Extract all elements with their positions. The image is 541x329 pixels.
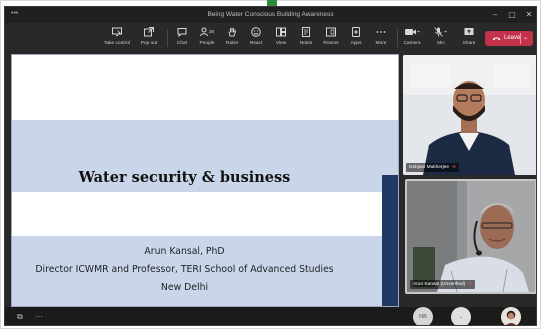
chat-label: Chat: [176, 41, 188, 46]
avatar-initials: NB: [419, 314, 427, 320]
participant-avatar[interactable]: NB: [413, 307, 433, 325]
slide-title: Water security & business: [78, 169, 291, 186]
participant-video-tile[interactable]: Debjani Mukherjee ⊘: [403, 55, 536, 175]
mic-off-icon: [434, 27, 447, 37]
mic-label: Mic: [437, 41, 445, 46]
active-speaker-video-tile[interactable]: Arun Kansal (Unverified) ⊘: [405, 179, 536, 294]
presenter-location: New Delhi: [160, 282, 209, 293]
mic-off-icon: ⊘: [468, 282, 473, 287]
apps-icon: [352, 27, 360, 37]
pop-out-icon: [144, 27, 154, 37]
react-button[interactable]: React: [242, 26, 270, 46]
mic-off-icon: ⊘: [452, 165, 457, 170]
participant-name-tag: Arun Kansal (Unverified) ⊘: [410, 280, 476, 289]
participant-name: Debjani Mukherjee: [409, 165, 449, 170]
avatar-photo: [501, 307, 521, 325]
chat-icon: [177, 28, 187, 38]
screen-share-icon[interactable]: ⧉: [17, 312, 23, 322]
take-control-label: Take control: [104, 41, 130, 46]
participant-name: Arun Kansal (Unverified): [413, 282, 466, 287]
close-button[interactable]: ✕: [522, 9, 536, 20]
share-icon: [464, 28, 474, 35]
more-options-icon[interactable]: ···: [35, 312, 43, 321]
more-button[interactable]: More: [367, 26, 395, 46]
minimize-button[interactable]: –: [488, 9, 502, 20]
pop-out-button[interactable]: Pop out: [135, 26, 163, 46]
meeting-window: ••• Being Water Conscious Building Aware…: [4, 6, 537, 326]
take-control-button[interactable]: Take control: [103, 26, 131, 46]
view-icon: [276, 27, 286, 37]
mic-button[interactable]: Mic: [427, 26, 455, 46]
rooms-button[interactable]: Rooms: [317, 26, 345, 46]
rooms-label: Rooms: [323, 41, 339, 46]
notes-button[interactable]: Notes: [292, 26, 320, 46]
camera-button[interactable]: Camera: [398, 26, 426, 46]
people-count: 28: [209, 29, 215, 34]
apps-button[interactable]: Apps: [342, 26, 370, 46]
avatar-chevron-icon: ⌄: [458, 314, 464, 320]
rooms-icon: [326, 27, 336, 37]
leave-button[interactable]: Leave ⌄: [485, 31, 533, 46]
apps-label: Apps: [350, 41, 362, 46]
title-bar: ••• Being Water Conscious Building Aware…: [5, 7, 536, 23]
view-button[interactable]: View: [267, 26, 295, 46]
chevron-down-icon[interactable]: ⌄: [523, 34, 528, 41]
participant-video: [403, 55, 536, 175]
presenter-name: Arun Kansal, PhD: [144, 246, 225, 257]
people-button[interactable]: 28 People: [193, 26, 221, 46]
people-label: People: [199, 41, 215, 46]
leave-label: Leave: [504, 35, 521, 41]
take-control-icon: [112, 27, 122, 36]
people-icon: 28: [200, 27, 215, 37]
share-button[interactable]: Share: [455, 26, 483, 46]
more-label: More: [375, 41, 387, 46]
more-icon: [376, 31, 386, 33]
shared-slide: Water security & business Arun Kansal, P…: [11, 54, 399, 307]
slide-accent-bar: [382, 175, 398, 306]
react-icon: [251, 27, 261, 37]
camera-icon: [405, 29, 420, 35]
view-label: View: [275, 41, 287, 46]
presenter-role: Director ICWMR and Professor, TERI Schoo…: [35, 264, 334, 275]
participant-video: [407, 181, 535, 292]
meeting-toolbar: Take control Pop out Chat 28 People Rais…: [5, 23, 536, 53]
participant-avatar[interactable]: [501, 307, 521, 325]
participant-avatar[interactable]: ⌄: [451, 307, 471, 325]
leave-divider: [520, 33, 521, 44]
notes-icon: [302, 27, 310, 37]
participant-name-tag: Debjani Mukherjee ⊘: [406, 163, 460, 172]
react-label: React: [249, 41, 263, 46]
pop-out-label: Pop out: [140, 41, 158, 46]
maximize-button[interactable]: ▢: [505, 9, 519, 20]
share-label: Share: [462, 41, 476, 46]
camera-label: Camera: [403, 41, 421, 46]
raise-hand-icon: [228, 27, 236, 37]
phone-hangup-icon: [492, 37, 501, 41]
notes-label: Notes: [299, 41, 313, 46]
window-title: Being Water Conscious Building Awareness: [207, 11, 334, 18]
chat-button[interactable]: Chat: [168, 26, 196, 46]
